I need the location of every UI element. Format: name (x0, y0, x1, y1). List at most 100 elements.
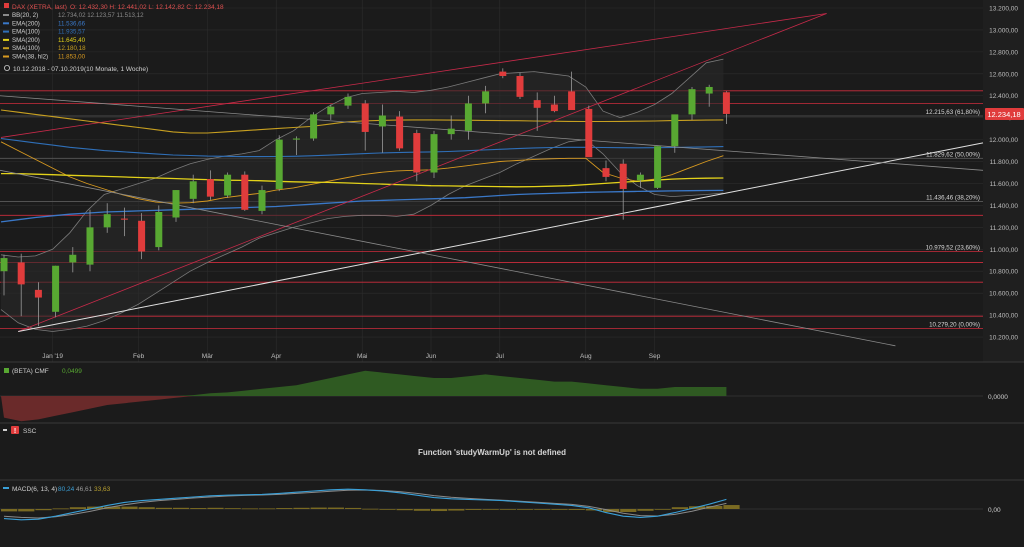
legend-label: EMA(100) (12, 29, 40, 36)
macd-value-3: 33,63 (94, 486, 111, 493)
macd-label: MACD(6, 13, 4) (12, 486, 57, 493)
current-price-label: 12.234,18 (987, 110, 1020, 119)
macd-histogram-bar (173, 507, 190, 509)
candle-body (189, 181, 197, 199)
y-tick-label: 11.600,00 (990, 181, 1019, 188)
cmf-zero-label: 0,0000 (988, 394, 1008, 401)
macd-histogram-bar (327, 507, 344, 509)
candle-body (585, 108, 593, 158)
macd-histogram-bar (224, 508, 241, 509)
chart-stage: 12.215,63 (61,80%) 11.829,62 (50,00%) 11.4… (0, 0, 1024, 542)
candle-body (568, 91, 576, 110)
candle-body (533, 100, 541, 108)
macd-histogram-bar (18, 509, 35, 512)
macd-histogram-bar (413, 509, 430, 511)
cmf-value: 0,0499 (62, 368, 82, 375)
candle-body (241, 174, 249, 210)
macd-histogram-bar (259, 508, 276, 510)
chart-canvas[interactable]: 12.215,63 (61,80%)11.829,62 (50,00%)11.4… (0, 0, 1024, 542)
candle-body (636, 174, 644, 181)
macd-zero-label: 0,00 (988, 507, 1001, 514)
y-tick-label: 11.200,00 (990, 225, 1019, 232)
macd-histogram-bar (671, 507, 688, 509)
macd-histogram-bar (499, 509, 516, 510)
x-tick-label: Feb (133, 353, 145, 360)
y-tick-label: 12.600,00 (989, 71, 1018, 78)
current-price-tag: 12.234,18 (985, 107, 1024, 120)
macd-histogram-bar (396, 509, 413, 511)
macd-histogram-bar (723, 505, 740, 509)
instrument-name: DAX (XETRA, last) (12, 4, 67, 11)
candle-body (464, 103, 472, 131)
candle-body (138, 220, 146, 252)
y-tick-label: 10.200,00 (989, 335, 1018, 342)
candle-body (413, 133, 421, 173)
candle-body (550, 104, 558, 112)
candle-body (310, 114, 318, 139)
legend-values: 12.180,18 (58, 45, 86, 52)
x-tick-label: Jan '19 (42, 353, 63, 360)
candle-body (722, 92, 730, 114)
macd-histogram-bar (69, 507, 86, 509)
y-tick-label: 13.000,00 (989, 27, 1018, 34)
period-note: (10 Monate, 1 Woche) (84, 66, 148, 73)
y-tick-label: 13.200,00 (989, 6, 1018, 13)
candle-body (34, 289, 42, 298)
fib-level-label: 12.215,63 (61,80%) (926, 109, 980, 116)
candle-body (327, 106, 335, 115)
fib-level-label: 10.979,52 (23,60%) (926, 245, 980, 252)
candle-body (155, 212, 163, 248)
y-tick-label: 12.400,00 (989, 93, 1018, 100)
macd-value-2: 46,61 (76, 486, 93, 493)
candle-body (378, 115, 386, 127)
legend-swatch (3, 55, 9, 58)
candle-body (671, 114, 679, 147)
macd-histogram-bar (362, 508, 379, 510)
y-tick-label: 11.400,00 (990, 203, 1019, 210)
candle-body (17, 262, 25, 285)
y-tick-label: 10.400,00 (989, 313, 1018, 320)
fib-level-label: 10.279,20 (0,00%) (929, 321, 980, 328)
macd-histogram-bar (620, 509, 637, 512)
y-tick-label: 12.000,00 (989, 137, 1018, 144)
macd-histogram-bar (482, 509, 499, 510)
candle-body (361, 103, 369, 132)
candle-body (275, 139, 283, 189)
ssc-swatch (3, 429, 7, 431)
x-tick-label: Sep (649, 353, 661, 360)
y-tick-label: 11.800,00 (990, 159, 1019, 166)
candle-body (52, 265, 60, 312)
candle-body (705, 86, 713, 94)
macd-histogram-bar (1, 509, 18, 512)
legend-label: SMA(200) (12, 37, 40, 44)
macd-histogram-bar (551, 509, 568, 510)
legend-swatch (3, 47, 9, 50)
fib-level-label: 11.436,46 (38,20%) (926, 194, 980, 201)
legend-values: 11.536,66 (58, 20, 86, 27)
legend-swatch (3, 38, 9, 41)
cmf-label: (BETA) CMF (12, 368, 49, 375)
macd-histogram-bar (345, 507, 362, 509)
candle-body (654, 146, 662, 188)
macd-histogram-bar (568, 509, 585, 510)
candle-body (120, 218, 128, 220)
macd-value-1: 80,24 (58, 486, 75, 493)
candle-body (224, 174, 232, 196)
candle-body (619, 163, 627, 189)
macd-histogram-bar (121, 506, 138, 509)
candle-body (0, 258, 8, 272)
macd-histogram-bar (276, 508, 293, 509)
x-tick-label: Aug (580, 353, 592, 360)
candle-body (258, 190, 266, 211)
macd-swatch (3, 487, 9, 489)
cmf-swatch (4, 368, 9, 373)
ssc-error-message: Function 'studyWarmUp' is not defined (418, 448, 566, 457)
x-tick-label: Mai (357, 353, 367, 360)
legend-values: 11.853,00 (58, 54, 86, 61)
macd-histogram-bar (310, 507, 327, 509)
candle-body (499, 71, 507, 76)
candle-body (86, 227, 94, 265)
x-tick-label: Jun (426, 353, 437, 360)
legend-label: BB(20, 2) (12, 12, 38, 19)
legend-swatch (3, 14, 9, 16)
